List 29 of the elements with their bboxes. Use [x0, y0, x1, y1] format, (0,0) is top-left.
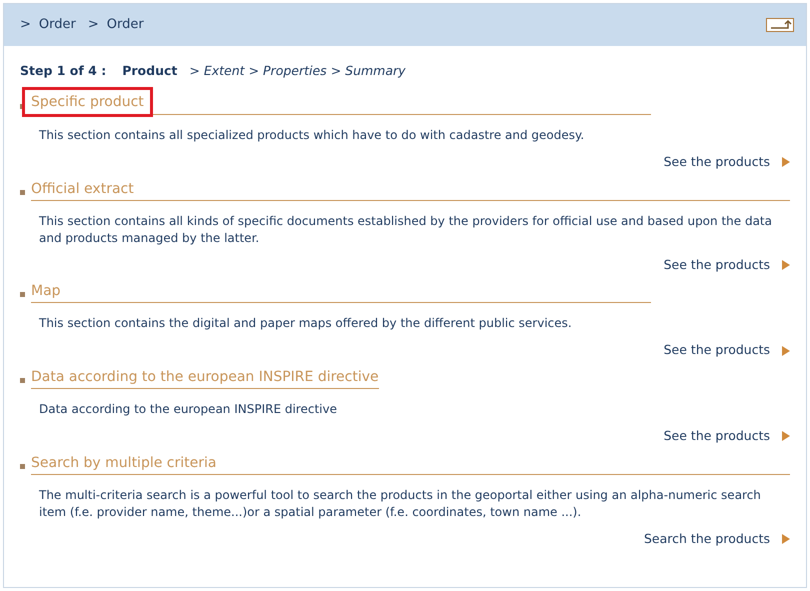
section-description: This section contains all kinds of specific documents established by the providers for official use and based upon the data and products managed by the latter.: [38, 212, 773, 246]
products-link[interactable]: See the products: [664, 341, 770, 360]
bullet-icon: [20, 292, 25, 298]
section-description: This section contains all specialized products which have to do with cadastre and geodesy.: [38, 126, 586, 144]
products-link[interactable]: See the products: [664, 256, 770, 274]
triangle-icon: [782, 157, 790, 168]
breadcrumb-separator: >: [20, 16, 31, 34]
breadcrumb-separator: >: [88, 16, 99, 34]
wizard-step: > Properties: [248, 62, 327, 81]
wizard-step: > Summary: [330, 62, 406, 81]
step-counter: Step 1 of 4 :: [20, 62, 106, 80]
products-link[interactable]: See the products: [664, 152, 770, 172]
products-link[interactable]: Search the products: [644, 530, 770, 548]
triangle-icon: [782, 260, 790, 270]
triangle-icon: [782, 431, 790, 442]
wizard-step: Product: [122, 62, 178, 81]
products-link[interactable]: See the products: [664, 427, 770, 446]
wizard-step: > Extent: [189, 62, 245, 81]
triangle-icon: [782, 534, 790, 544]
export-icon[interactable]: [766, 18, 794, 32]
bullet-icon: [20, 464, 25, 469]
breadcrumb-link[interactable]: Order: [38, 15, 76, 35]
section-description: This section contains the digital and paper maps offered by the different public services.: [38, 315, 573, 332]
bullet-icon: [20, 190, 25, 194]
section-description: Data according to the european INSPIRE directive: [38, 401, 338, 418]
bullet-icon: [20, 378, 25, 383]
section-description: The multi-criteria search is a powerful tool to search the products in the geoportal either using an alpha-numeric search item (f.e. provider name, theme...)or a spatial parameter (f.e. coordinates, town name ...).: [38, 486, 762, 521]
breadcrumb-link[interactable]: Order: [106, 15, 144, 35]
triangle-icon: [782, 346, 790, 356]
